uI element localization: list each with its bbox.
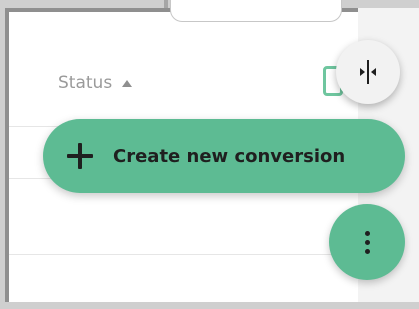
more-vertical-icon: [364, 230, 370, 254]
search-input[interactable]: [170, 0, 342, 22]
status-column-header[interactable]: Status: [58, 73, 133, 93]
status-header-label: Status: [58, 73, 113, 93]
bottom-strip: [0, 302, 419, 309]
plus-icon: [67, 143, 93, 169]
split-view-icon: [360, 60, 376, 84]
sort-ascending-icon[interactable]: [122, 79, 133, 87]
more-options-button[interactable]: [329, 204, 405, 280]
create-new-conversion-label: Create new conversion: [113, 145, 346, 167]
split-view-button[interactable]: [336, 40, 400, 104]
create-new-conversion-button[interactable]: Create new conversion: [43, 119, 405, 193]
row-divider: [9, 254, 361, 255]
